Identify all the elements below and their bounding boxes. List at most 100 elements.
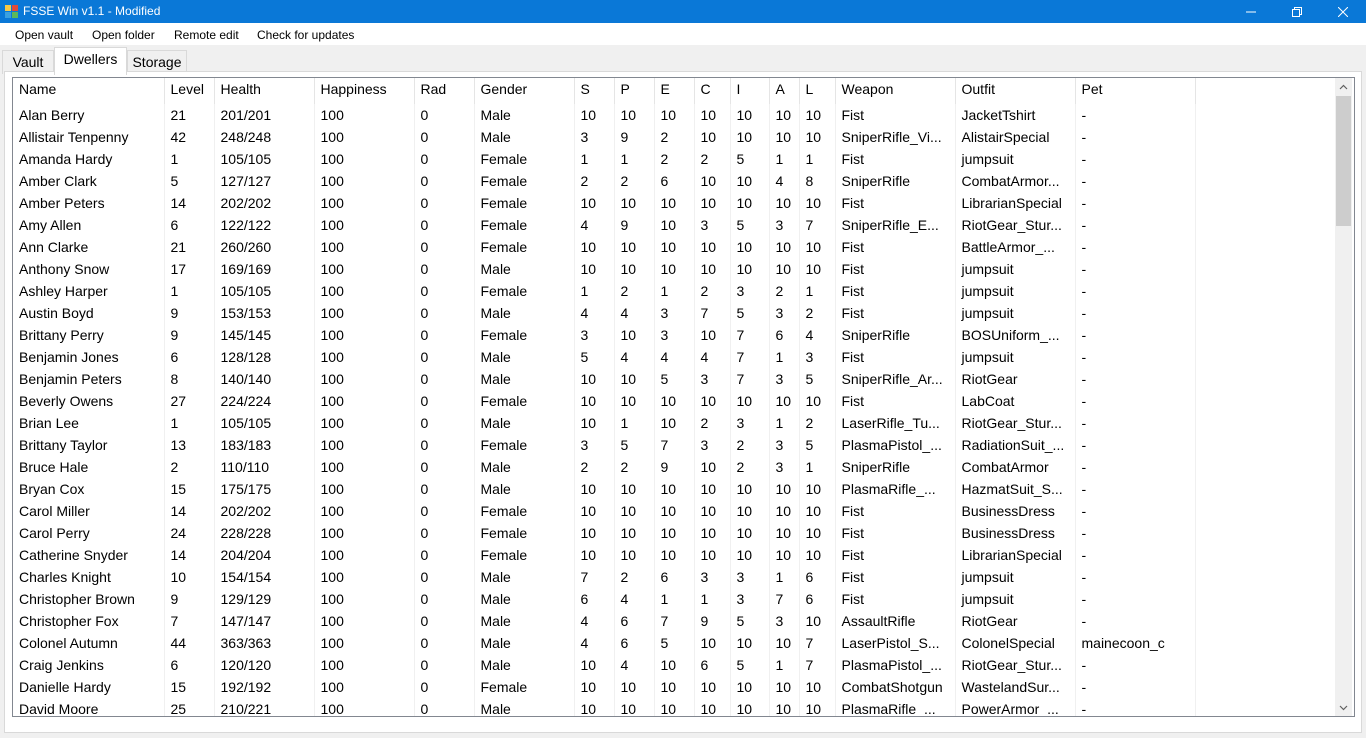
table-cell: 0	[414, 324, 475, 346]
dwellers-list[interactable]: Name Level Health Happiness Rad Gender S P E C I A L…	[12, 77, 1355, 717]
table-row[interactable]: Benjamin Peters 8 140/140 100 0 Male 10 10 5 3 7 3 5…	[13, 368, 1196, 390]
table-row[interactable]: Bryan Cox 15 175/175 100 0 Male 10 10 10 10 10 10 10…	[13, 478, 1196, 500]
column-header[interactable]: Happiness	[314, 78, 415, 104]
table-row[interactable]: Brian Lee 1 105/105 100 0 Male 10 1 10 2 3 1 2 LaserR…	[13, 412, 1196, 434]
column-header[interactable]: S	[574, 78, 615, 104]
table-row[interactable]: Christopher Brown 9 129/129 100 0 Male 6 4 1 1 3 7 6…	[13, 588, 1196, 610]
table-cell: 10	[654, 522, 695, 544]
table-row[interactable]: Benjamin Jones 6 128/128 100 0 Male 5 4 4 4 7 1 3 Fis…	[13, 346, 1196, 368]
table-cell: 10	[799, 390, 836, 412]
table-cell: 10	[694, 126, 731, 148]
table-row[interactable]: Carol Perry 24 228/228 100 0 Female 10 10 10 10 10…	[13, 522, 1196, 544]
tab-dwellers[interactable]: Dwellers	[54, 47, 127, 75]
menu-open-vault[interactable]: Open vault	[15, 28, 73, 42]
table-cell: 5	[730, 654, 770, 676]
table-cell: -	[1075, 280, 1196, 302]
table-cell: 6	[654, 170, 695, 192]
column-header[interactable]: A	[769, 78, 800, 104]
table-row[interactable]: Amber Peters 14 202/202 100 0 Female 10 10 10 10 1…	[13, 192, 1196, 214]
table-row[interactable]: Colonel Autumn 44 363/363 100 0 Male 4 6 5 10 10 10…	[13, 632, 1196, 654]
table-row[interactable]: Amanda Hardy 1 105/105 100 0 Female 1 1 2 2 5 1 1 Fis…	[13, 148, 1196, 170]
table-cell: 100	[314, 698, 415, 716]
table-cell: PlasmaRifle_...	[835, 478, 956, 500]
table-cell: 10	[799, 544, 836, 566]
restore-button[interactable]	[1274, 0, 1320, 23]
minimize-button[interactable]	[1228, 0, 1274, 23]
column-header[interactable]: Pet	[1075, 78, 1196, 104]
column-header[interactable]: P	[614, 78, 655, 104]
table-row[interactable]: Brittany Perry 9 145/145 100 0 Female 3 10 3 10 7 6…	[13, 324, 1196, 346]
table-cell: 10	[799, 236, 836, 258]
table-row[interactable]: Carol Miller 14 202/202 100 0 Female 10 10 10 10 1…	[13, 500, 1196, 522]
table-row[interactable]: Amber Clark 5 127/127 100 0 Female 2 2 6 10 10 4 8 Sn…	[13, 170, 1196, 192]
table-cell: 10	[614, 544, 655, 566]
column-header[interactable]: Rad	[414, 78, 475, 104]
table-cell: 100	[314, 192, 415, 214]
column-header[interactable]: L	[799, 78, 836, 104]
table-cell: 228/228	[214, 522, 315, 544]
scroll-thumb[interactable]	[1336, 96, 1351, 226]
scroll-up-button[interactable]	[1335, 78, 1352, 95]
table-cell: LabCoat	[955, 390, 1076, 412]
table-cell: 145/145	[214, 324, 315, 346]
table-row[interactable]: Alan Berry 21 201/201 100 0 Male 10 10 10 10 10 10 1…	[13, 104, 1196, 126]
menu-remote-edit[interactable]: Remote edit	[174, 28, 239, 42]
menu-check-updates[interactable]: Check for updates	[257, 28, 354, 42]
table-cell: 1	[614, 148, 655, 170]
table-row[interactable]: Bruce Hale 2 110/110 100 0 Male 2 2 9 10 2 3 1 Sniper…	[13, 456, 1196, 478]
column-header[interactable]: Weapon	[835, 78, 956, 104]
table-row[interactable]: Anthony Snow 17 169/169 100 0 Male 10 10 10 10 10 1…	[13, 258, 1196, 280]
table-cell: 0	[414, 346, 475, 368]
table-cell: 2	[654, 148, 695, 170]
table-cell: 100	[314, 170, 415, 192]
table-cell: 9	[164, 324, 215, 346]
table-cell: 10	[694, 500, 731, 522]
table-row[interactable]: Craig Jenkins 6 120/120 100 0 Male 10 4 10 6 5 1 7 Pl…	[13, 654, 1196, 676]
column-header[interactable]: C	[694, 78, 731, 104]
table-cell: 100	[314, 478, 415, 500]
table-cell: 10	[769, 390, 800, 412]
table-cell: 15	[164, 478, 215, 500]
table-row[interactable]: Brittany Taylor 13 183/183 100 0 Female 3 5 7 3 2 3…	[13, 434, 1196, 456]
table-cell: Ashley Harper	[13, 280, 165, 302]
table-cell: 2	[799, 302, 836, 324]
table-cell: jumpsuit	[955, 566, 1076, 588]
table-row[interactable]: Amy Allen 6 122/122 100 0 Female 4 9 10 3 5 3 7 Snipe…	[13, 214, 1196, 236]
table-cell: 100	[314, 588, 415, 610]
table-cell: Allistair Tenpenny	[13, 126, 165, 148]
table-row[interactable]: Danielle Hardy 15 192/192 100 0 Female 10 10 10 1…	[13, 676, 1196, 698]
table-row[interactable]: Beverly Owens 27 224/224 100 0 Female 10 10 10 10…	[13, 390, 1196, 412]
scroll-down-button[interactable]	[1335, 699, 1352, 716]
table-cell: Male	[474, 698, 575, 716]
table-cell: 10	[769, 258, 800, 280]
table-cell: 10	[614, 500, 655, 522]
close-button[interactable]	[1320, 0, 1366, 23]
table-cell: -	[1075, 566, 1196, 588]
table-row[interactable]: Charles Knight 10 154/154 100 0 Male 7 2 6 3 3 1 6 Fi…	[13, 566, 1196, 588]
table-cell: 100	[314, 258, 415, 280]
table-cell: LibrarianSpecial	[955, 192, 1076, 214]
column-header[interactable]: I	[730, 78, 770, 104]
table-cell: 3	[574, 434, 615, 456]
table-row[interactable]: Christopher Fox 7 147/147 100 0 Male 4 6 7 9 5 3 10 A…	[13, 610, 1196, 632]
table-row[interactable]: Ashley Harper 1 105/105 100 0 Female 1 2 1 2 3 2 1 Fi…	[13, 280, 1196, 302]
table-cell: Female	[474, 522, 575, 544]
table-row[interactable]: Allistair Tenpenny 42 248/248 100 0 Male 3 9 2 10…	[13, 126, 1196, 148]
table-row[interactable]: Austin Boyd 9 153/153 100 0 Male 4 4 3 7 5 3 2 Fist ju…	[13, 302, 1196, 324]
column-header[interactable]: E	[654, 78, 695, 104]
table-row[interactable]: Catherine Snyder 14 204/204 100 0 Female 10 10 1…	[13, 544, 1196, 566]
table-cell: 10	[769, 192, 800, 214]
table-row[interactable]: Ann Clarke 21 260/260 100 0 Female 10 10 10 10 10 1…	[13, 236, 1196, 258]
menu-open-folder[interactable]: Open folder	[92, 28, 155, 42]
table-cell: BusinessDress	[955, 522, 1076, 544]
vertical-scrollbar[interactable]	[1335, 78, 1352, 716]
column-header[interactable]: Level	[164, 78, 215, 104]
table-cell: 100	[314, 368, 415, 390]
column-header[interactable]: Health	[214, 78, 315, 104]
column-header[interactable]: Gender	[474, 78, 575, 104]
table-row[interactable]: David Moore 25 210/221 100 0 Male 10 10 10 10 10 10…	[13, 698, 1196, 716]
column-header[interactable]: Name	[13, 78, 165, 104]
table-cell: 363/363	[214, 632, 315, 654]
column-header[interactable]: Outfit	[955, 78, 1076, 104]
table-cell: Male	[474, 654, 575, 676]
